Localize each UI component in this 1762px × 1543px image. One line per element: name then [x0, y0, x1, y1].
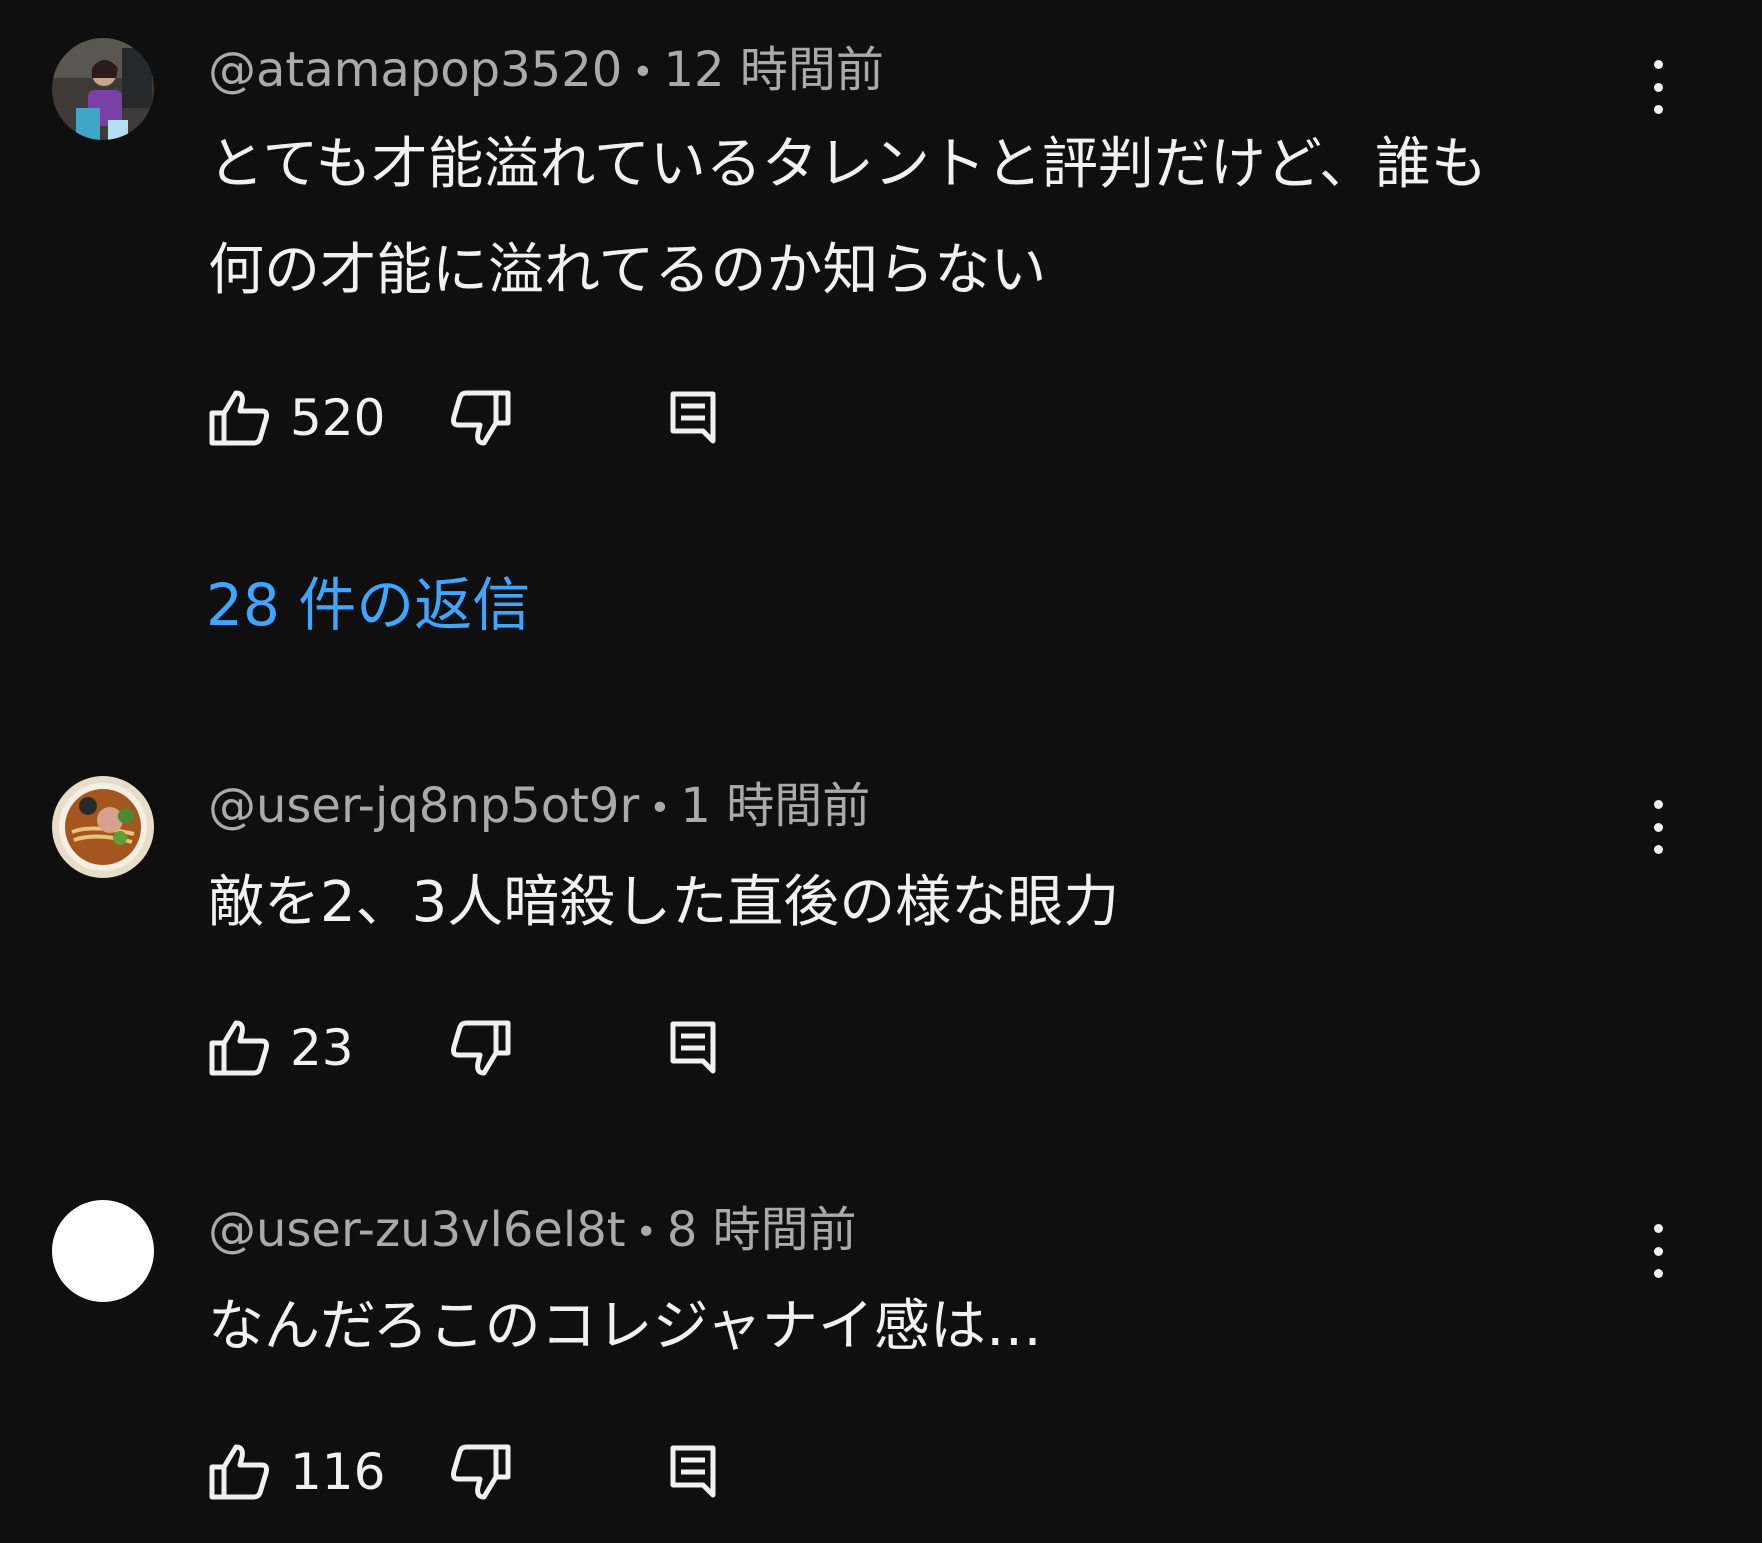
reply-icon [670, 1021, 716, 1074]
avatar-image [52, 776, 154, 878]
more-vert-icon-dot [1653, 845, 1663, 854]
comment-header: @atamapop3520 • 12 時間前 [208, 46, 884, 94]
like-count: 116 [290, 1443, 386, 1501]
dislike-button[interactable] [450, 1440, 512, 1504]
like-count: 520 [290, 389, 386, 447]
reply-button[interactable] [670, 386, 716, 450]
like-button[interactable]: 23 [208, 1016, 354, 1080]
more-options-button[interactable] [1636, 52, 1680, 122]
like-icon [209, 1020, 269, 1076]
like-count: 23 [290, 1019, 354, 1077]
avatar[interactable] [52, 38, 154, 140]
author-name[interactable]: @user-zu3vl6el8t [208, 1202, 626, 1258]
avatar[interactable] [52, 1200, 154, 1302]
more-vert-icon-dot [1653, 822, 1663, 832]
comment-time: 8 時間前 [666, 1202, 857, 1258]
dislike-icon [451, 1020, 511, 1076]
author-name[interactable]: @user-jq8np5ot9r [208, 778, 639, 834]
more-vert-icon [1653, 60, 1663, 69]
reply-icon [670, 391, 716, 444]
separator-dot: • [635, 1212, 657, 1253]
comment-header: @user-zu3vl6el8t • 8 時間前 [208, 1206, 857, 1254]
like-button[interactable]: 520 [208, 386, 385, 450]
separator-dot: • [649, 788, 671, 829]
more-options-button[interactable] [1636, 792, 1680, 862]
like-icon [209, 1444, 269, 1500]
like-button[interactable]: 116 [208, 1440, 385, 1504]
comment-text: なんだろこのコレジャナイ感は… [208, 1294, 1042, 1359]
dislike-button[interactable] [450, 386, 512, 450]
view-replies-link[interactable]: 28 件の返信 [206, 576, 530, 634]
comment-actions: 23 [208, 1016, 808, 1080]
like-icon [209, 390, 269, 446]
reply-button[interactable] [670, 1440, 716, 1504]
separator-dot: • [632, 52, 654, 93]
more-vert-icon-dot [1653, 1269, 1663, 1278]
comment-time: 1 時間前 [680, 778, 871, 834]
comment-time: 12 時間前 [663, 42, 884, 98]
more-vert-icon [1653, 1224, 1663, 1233]
comment-text: とても才能溢れているタレントと評判だけど、誰も 何の才能に溢れてるのか知らない [208, 132, 1488, 303]
more-vert-icon [1653, 800, 1663, 809]
reply-button[interactable] [670, 1016, 716, 1080]
author-name[interactable]: @atamapop3520 [208, 42, 622, 98]
comment-actions: 520 [208, 386, 808, 450]
more-vert-icon-dot [1653, 82, 1663, 92]
comment-text: 敵を2、3人暗殺した直後の様な眼力 [208, 870, 1120, 935]
dislike-icon [451, 390, 511, 446]
comment-actions: 116 [208, 1440, 808, 1504]
avatar[interactable] [52, 776, 154, 878]
more-vert-icon-dot [1653, 105, 1663, 114]
dislike-icon [451, 1444, 511, 1500]
avatar-image [52, 38, 154, 140]
reply-icon [670, 1445, 716, 1498]
more-vert-icon-dot [1653, 1246, 1663, 1256]
dislike-button[interactable] [450, 1016, 512, 1080]
more-options-button[interactable] [1636, 1216, 1680, 1286]
comment-header: @user-jq8np5ot9r • 1 時間前 [208, 782, 870, 830]
